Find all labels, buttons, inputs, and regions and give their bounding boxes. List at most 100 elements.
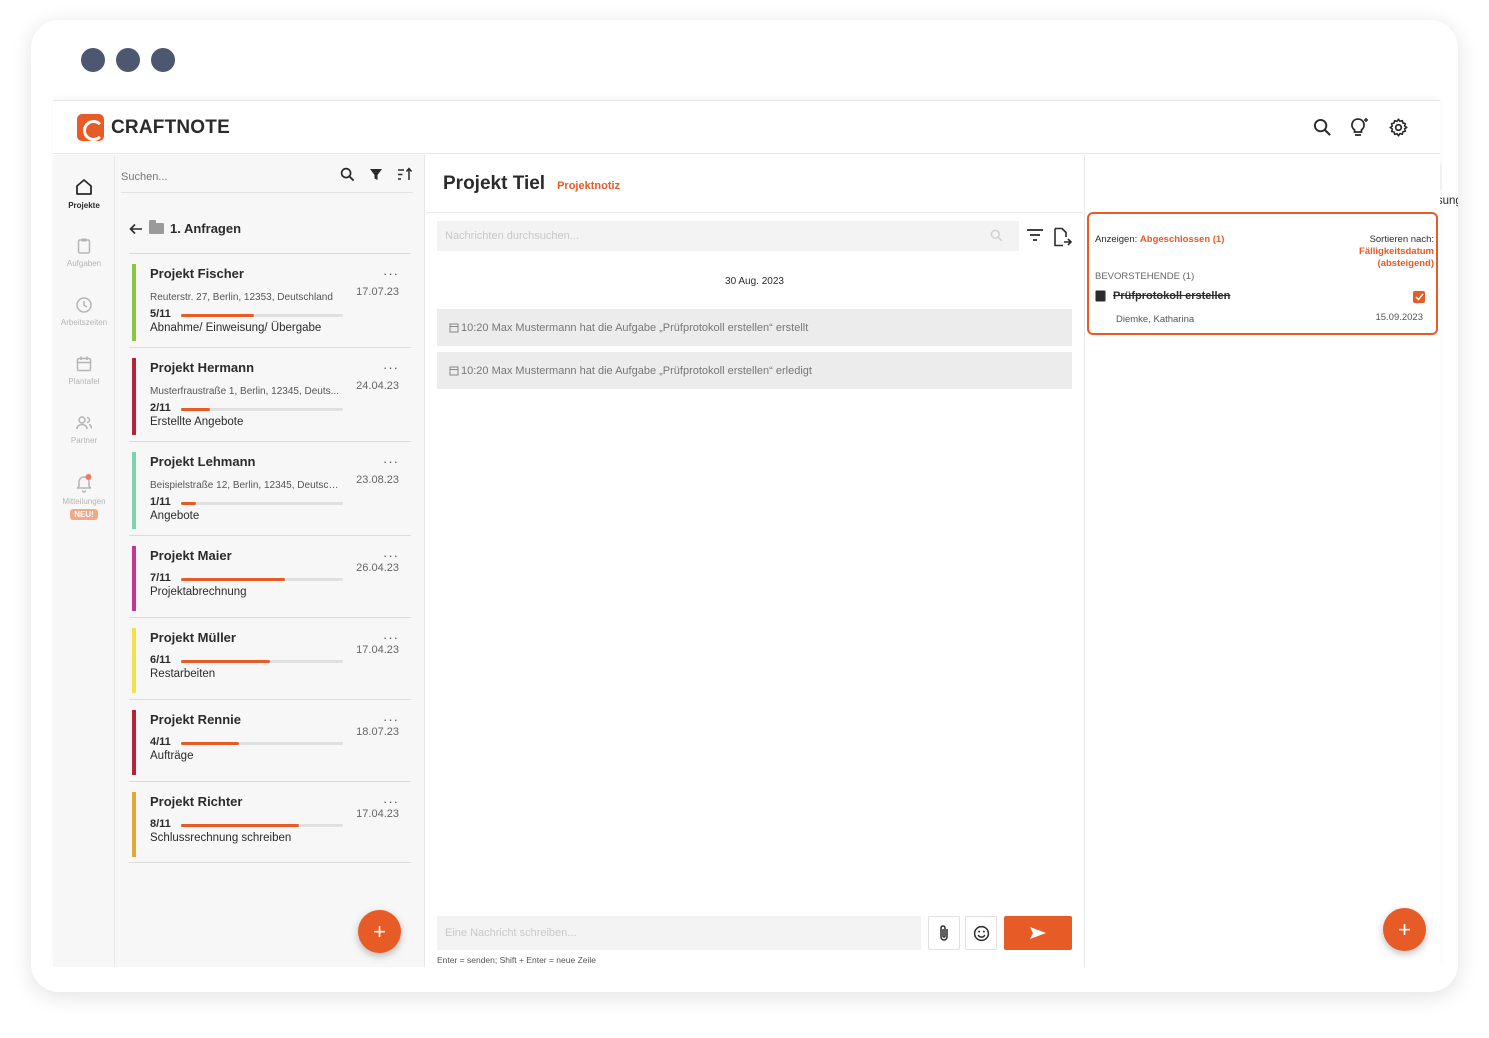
brand-name: CRAFTNOTE — [111, 116, 230, 138]
project-date: 23.08.23 — [356, 474, 399, 486]
check-icon — [1414, 293, 1424, 301]
export-file-icon[interactable] — [1052, 227, 1072, 249]
more-icon[interactable]: ··· — [383, 548, 399, 563]
nav-label: Arbeitszeiten — [60, 318, 108, 327]
filter-lines-icon[interactable] — [1026, 227, 1044, 243]
project-color-bar — [132, 264, 136, 341]
project-address: Beispielstraße 12, Berlin, 12345, Deutsc… — [150, 480, 342, 491]
window-dot-2[interactable] — [116, 48, 140, 72]
message-text: 10:20 Max Mustermann hat die Aufgabe „Pr… — [461, 321, 809, 334]
clipboard-icon — [77, 238, 91, 254]
project-phase: Projektabrechnung — [150, 586, 247, 598]
folder-name: 1. Anfragen — [170, 221, 242, 236]
task-title[interactable]: Prüfprotokoll erstellen — [1095, 290, 1230, 302]
project-card[interactable]: Projekt Hermann ··· 24.04.23 Musterfraustra… — [129, 347, 411, 441]
project-name: Projekt Rennie — [150, 712, 242, 727]
show-value[interactable]: Abgeschlossen (1) — [1140, 234, 1224, 245]
project-date: 18.07.23 — [356, 726, 399, 738]
sort-control[interactable]: Sortieren nach: Fälligkeitsdatum (abstei… — [1359, 234, 1434, 270]
task-name: Prüfprotokoll erstellen — [1113, 290, 1231, 302]
page-subtitle[interactable]: Projektnotiz — [557, 180, 620, 192]
project-card[interactable]: Projekt Lehmann ··· 23.08.23 Beispielstraße… — [129, 441, 411, 535]
compose-hint: Enter = senden; Shift + Enter = neue Zei… — [437, 955, 597, 965]
message-input[interactable] — [437, 916, 921, 950]
nav-item-mitteilungen[interactable]: Mitteilungen NEU! — [53, 473, 115, 520]
search-icon[interactable] — [990, 229, 1003, 242]
project-progress-count: 1/11 — [150, 496, 171, 508]
sidebar-nav: Projekte Aufgaben Arbeitszeiten Plantafe… — [53, 155, 115, 967]
nav-item-plantafel[interactable]: Plantafel — [53, 355, 115, 386]
progress-fill — [181, 742, 240, 745]
project-address: Musterfraustraße 1, Berlin, 12345, Deuts… — [150, 386, 339, 397]
show-label: Anzeigen: — [1095, 234, 1138, 245]
task-checkbox[interactable] — [1413, 291, 1425, 303]
nav-item-projekte[interactable]: Projekte — [53, 177, 115, 210]
task-highlight-box: Anzeigen: Abgeschlossen (1) Sortieren na… — [1087, 212, 1438, 335]
logo[interactable]: CRAFTNOTE — [77, 114, 230, 141]
add-project-button[interactable]: + — [358, 910, 401, 953]
page-title: Projekt Tiel — [443, 173, 546, 194]
book-icon — [1095, 290, 1106, 302]
project-phase: Aufträge — [150, 750, 194, 762]
nav-item-partner[interactable]: Partner — [53, 414, 115, 445]
search-icon[interactable] — [340, 167, 355, 182]
nav-label: Aufgaben — [66, 259, 102, 268]
header-actions — [1310, 115, 1410, 139]
send-button[interactable] — [1004, 916, 1072, 950]
project-color-bar — [132, 452, 136, 529]
chat-actions — [1026, 227, 1072, 249]
project-card[interactable]: Projekt Richter ··· 17.04.23 8/11 Schlussrec… — [129, 781, 411, 863]
more-icon[interactable]: ··· — [383, 794, 399, 809]
browser-frame: CRAFTNOTE Projekte Aufgaben Arbeitszeite… — [31, 20, 1458, 992]
add-task-button[interactable]: + — [1383, 908, 1426, 951]
project-card[interactable]: Projekt Rennie ··· 18.07.23 4/11 Aufträge — [129, 699, 411, 781]
folder-breadcrumb[interactable]: 1. Anfragen — [129, 220, 242, 236]
window-dot-1[interactable] — [81, 48, 105, 72]
more-icon[interactable]: ··· — [383, 712, 399, 727]
sort-icon[interactable] — [397, 167, 413, 182]
project-list: Projekt Fischer ··· 17.07.23 Reuterstr. 27,… — [129, 253, 411, 863]
project-name: Projekt Fischer — [150, 266, 244, 281]
progress-fill — [181, 502, 196, 505]
top-bar: CRAFTNOTE — [53, 101, 1440, 154]
project-search-bar — [121, 165, 413, 193]
sort-direction[interactable]: (absteigend) — [1378, 258, 1434, 269]
project-search-input[interactable] — [121, 171, 311, 183]
attach-button[interactable] — [928, 916, 960, 950]
smiley-icon — [973, 925, 989, 941]
project-phase: Schlussrechnung schreiben — [150, 832, 292, 844]
more-icon[interactable]: ··· — [383, 360, 399, 375]
project-progress-count: 5/11 — [150, 308, 171, 320]
search-icon[interactable] — [1310, 115, 1334, 139]
project-card[interactable]: Projekt Müller ··· 17.04.23 6/11 Restarbeite… — [129, 617, 411, 699]
filter-icon[interactable] — [369, 167, 383, 182]
nav-item-aufgaben[interactable]: Aufgaben — [53, 237, 115, 268]
nav-item-arbeitszeiten[interactable]: Arbeitszeiten — [53, 296, 115, 327]
project-color-bar — [132, 546, 136, 611]
project-date: 17.07.23 — [356, 286, 399, 298]
project-progress-count: 8/11 — [150, 818, 171, 830]
project-color-bar — [132, 792, 136, 857]
logo-icon — [77, 114, 104, 141]
more-icon[interactable]: ··· — [383, 630, 399, 645]
sort-label: Sortieren nach: — [1369, 234, 1434, 245]
emoji-button[interactable] — [965, 916, 997, 950]
show-filter[interactable]: Anzeigen: Abgeschlossen (1) — [1095, 234, 1224, 245]
project-card[interactable]: Projekt Maier ··· 26.04.23 7/11 Projektabrec… — [129, 535, 411, 617]
project-card[interactable]: Projekt Fischer ··· 17.07.23 Reuterstr. 27,… — [129, 253, 411, 347]
message-search-input[interactable] — [437, 221, 1019, 251]
date-separator: 30 Aug. 2023 — [725, 276, 784, 287]
progress-bar — [181, 502, 343, 505]
arrow-left-icon[interactable] — [129, 223, 143, 235]
nav-label: Plantafel — [68, 377, 100, 386]
chat-message: 10:20 Max Mustermann hat die Aufgabe „Pr… — [437, 309, 1072, 346]
sort-value[interactable]: Fälligkeitsdatum — [1359, 246, 1434, 257]
lightbulb-icon[interactable] — [1348, 115, 1372, 139]
chat-panel: Projekt Tiel Projektnotiz 30 Aug. 2023 1… — [426, 155, 1458, 967]
progress-fill — [181, 824, 300, 827]
gear-icon[interactable] — [1386, 115, 1410, 139]
more-icon[interactable]: ··· — [383, 454, 399, 469]
window-dot-3[interactable] — [151, 48, 175, 72]
more-icon[interactable]: ··· — [383, 266, 399, 281]
progress-fill — [181, 314, 254, 317]
